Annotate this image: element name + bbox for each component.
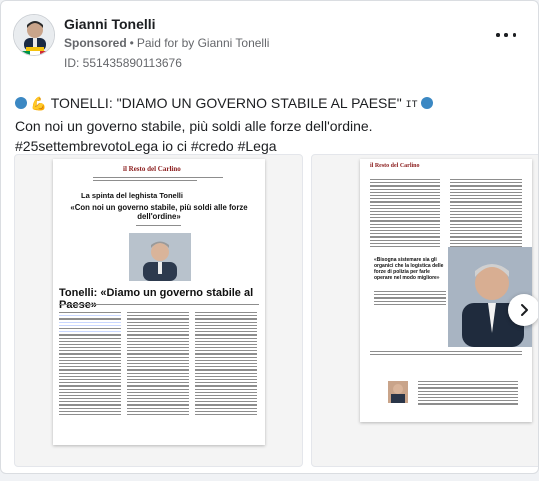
- portrait-photo: [129, 233, 191, 281]
- more-options-icon[interactable]: [496, 30, 516, 40]
- page-name-link[interactable]: Gianni Tonelli: [64, 16, 156, 32]
- masthead: il Resto del Carlino: [123, 165, 181, 173]
- newspaper-clipping: il Resto del Carlino La spinta del leghi…: [53, 159, 265, 445]
- chevron-right-icon: [521, 304, 528, 316]
- post-line-3[interactable]: #25settembrevotoLega io ci #credo #Lega: [15, 136, 520, 156]
- page-avatar[interactable]: [13, 14, 55, 56]
- ad-post-card: Gianni Tonelli Sponsored • Paid for by Gia…: [0, 0, 539, 474]
- main-headline: Tonelli: «Diamo un governo stabile al Pa…: [59, 287, 254, 311]
- blue-circle-icon: [421, 97, 434, 109]
- paid-for-prefix: Paid for by: [136, 36, 195, 50]
- post-body: 💪 TONELLI: "DIAMO UN GOVERNO STABILE AL …: [15, 93, 520, 156]
- carousel-next-button[interactable]: [508, 294, 538, 326]
- carousel-slide-1[interactable]: il Resto del Carlino La spinta del leghi…: [14, 154, 303, 467]
- flexed-biceps-icon: 💪: [30, 96, 48, 111]
- slide-kicker: La spinta del leghista Tonelli: [81, 191, 183, 200]
- separator-dot: •: [129, 36, 134, 50]
- carousel-slide-2[interactable]: il Resto del Carlino «Bisogna sistemare …: [311, 154, 538, 467]
- thumbnail-photo: [388, 381, 408, 403]
- post-headline-line: 💪 TONELLI: "DIAMO UN GOVERNO STABILE AL …: [15, 93, 520, 116]
- sponsored-line: Sponsored • Paid for by Gianni Tonelli: [64, 36, 269, 50]
- sponsored-label: Sponsored: [64, 36, 127, 50]
- italy-flag-icon: IT: [405, 100, 418, 111]
- post-headline: TONELLI: "DIAMO UN GOVERNO STABILE AL PA…: [50, 95, 402, 111]
- image-carousel: il Resto del Carlino La spinta del leghi…: [1, 154, 538, 467]
- newspaper-clipping-2: il Resto del Carlino «Bisogna sistemare …: [360, 159, 532, 422]
- blue-circle-icon: [15, 97, 27, 109]
- masthead-2: il Resto del Carlino: [370, 163, 420, 169]
- paid-for-name: Gianni Tonelli: [197, 36, 270, 50]
- slide-pull-quote: «Bisogna sistemare sia gli organici che …: [374, 257, 444, 281]
- post-line-2: Con noi un governo stabile, più soldi al…: [15, 118, 373, 134]
- ad-id: ID: 551435890113676: [64, 56, 182, 70]
- slide-subhead: «Con noi un governo stabile, più soldi a…: [70, 203, 248, 221]
